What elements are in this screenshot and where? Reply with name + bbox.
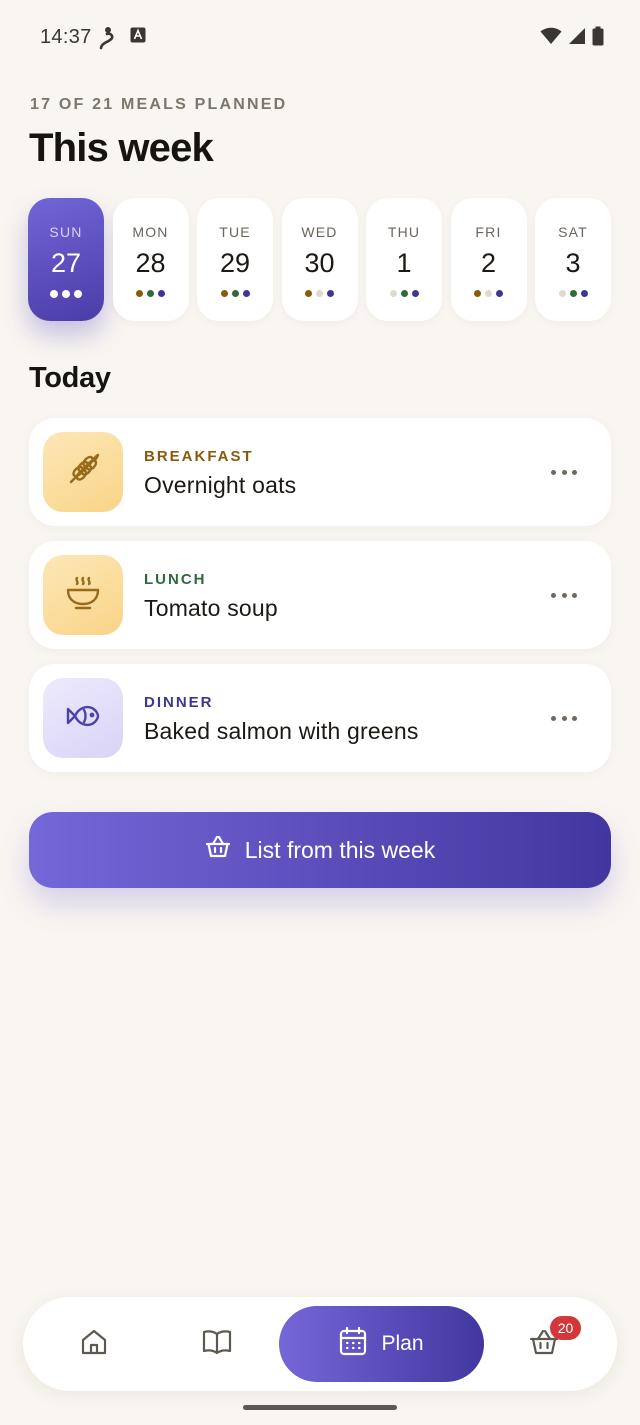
day-name: SAT [558, 224, 588, 240]
meal-dot [496, 290, 503, 297]
more-options-button[interactable] [551, 585, 577, 605]
day-card-fri[interactable]: FRI 2 [450, 198, 527, 321]
meal-type-label: DINNER [144, 694, 214, 711]
meal-dot [220, 290, 228, 297]
calendar-icon [339, 1326, 367, 1362]
signal-icon [568, 27, 586, 50]
list-from-week-button[interactable]: List from this week [29, 812, 611, 888]
day-card-sat[interactable]: SAT 3 [535, 198, 611, 321]
nav-plan[interactable]: Plan [279, 1306, 484, 1382]
nav-basket[interactable] [509, 1297, 579, 1391]
meal-dot [400, 290, 408, 297]
bottom-nav: Plan 20 [23, 1297, 617, 1391]
meal-dot [136, 290, 143, 297]
day-card-tue[interactable]: TUE 29 [197, 198, 273, 321]
meal-icon-box [43, 432, 123, 512]
day-number: 2 [480, 248, 497, 278]
soup-bowl-icon [63, 573, 103, 618]
battery-icon [592, 26, 604, 51]
basket-count-badge: 20 [550, 1316, 581, 1340]
day-card-sun[interactable]: SUN 27 [28, 198, 104, 321]
meal-icon-box [43, 678, 123, 758]
day-number: 29 [219, 248, 251, 278]
status-right [540, 26, 604, 51]
meal-dot [411, 290, 419, 297]
day-name: MON [132, 224, 169, 240]
meal-dot [485, 290, 492, 297]
meal-dot [580, 290, 588, 297]
keyboard-a-icon [130, 26, 146, 49]
meal-type-label: BREAKFAST [144, 448, 254, 465]
meal-dot [147, 290, 154, 297]
meal-dot [62, 290, 70, 298]
basket-icon [205, 835, 231, 865]
more-options-button[interactable] [551, 462, 577, 482]
day-number: 30 [304, 248, 335, 278]
book-icon [201, 1328, 233, 1361]
meal-name: Overnight oats [144, 472, 297, 498]
meal-dot [569, 290, 577, 297]
nav-recipes[interactable] [182, 1297, 252, 1391]
meal-dot [50, 290, 58, 298]
nav-home[interactable] [59, 1297, 129, 1391]
day-card-mon[interactable]: MON 28 [112, 198, 189, 321]
meal-dot [316, 290, 323, 297]
day-number: 3 [565, 248, 581, 278]
meal-status-dots [535, 290, 611, 297]
meal-status-dots [113, 290, 189, 297]
meal-card-lunch[interactable]: LUNCH Tomato soup [29, 541, 611, 649]
nav-plan-label: Plan [381, 1332, 424, 1355]
status-bar: 14:37 [0, 0, 640, 76]
meal-dot [242, 290, 250, 297]
fish-icon [63, 696, 103, 741]
page-title: This week [29, 126, 214, 170]
day-card-thu[interactable]: THU 1 [366, 198, 442, 321]
meal-icon-box [43, 555, 123, 635]
meal-type-label: LUNCH [144, 571, 207, 588]
day-number: 1 [396, 248, 412, 278]
day-name: TUE [219, 224, 251, 240]
day-number: 28 [135, 248, 166, 278]
day-card-wed[interactable]: WED 30 [281, 198, 358, 321]
meal-dot [389, 290, 397, 297]
meal-dot [327, 290, 334, 297]
meal-dot [231, 290, 239, 297]
meal-dot [305, 290, 312, 297]
home-indicator [243, 1405, 397, 1410]
day-number: 27 [50, 248, 82, 278]
today-title: Today [29, 362, 111, 394]
wifi-icon [540, 27, 562, 50]
meal-dot [158, 290, 165, 297]
accessibility-icon [98, 26, 116, 55]
status-time: 14:37 [40, 26, 92, 48]
meal-status-dots [282, 290, 358, 297]
cta-label: List from this week [244, 836, 436, 863]
day-name: FRI [475, 224, 502, 240]
week-strip: SUN 27 MON 28 TUE 29 WED 30 THU 1 FRI 2 SAT 3 [28, 198, 640, 322]
meal-card-breakfast[interactable]: BREAKFAST Overnight oats [29, 418, 611, 526]
meal-card-dinner[interactable]: DINNER Baked salmon with greens [29, 664, 611, 772]
day-name: THU [387, 224, 421, 240]
meal-dot [74, 290, 82, 298]
meal-status-dots [451, 290, 527, 297]
home-icon [79, 1327, 109, 1362]
wheat-icon [63, 450, 103, 495]
day-name: WED [301, 224, 338, 240]
day-name: SUN [49, 224, 83, 240]
meals-planned-count: 17 OF 21 MEALS PLANNED [30, 96, 288, 113]
meal-dot [474, 290, 481, 297]
meal-status-dots [197, 290, 273, 297]
meal-status-dots [28, 290, 104, 298]
meal-name: Tomato soup [144, 595, 278, 621]
meal-name: Baked salmon with greens [144, 718, 419, 744]
meal-status-dots [366, 290, 442, 297]
more-options-button[interactable] [551, 708, 577, 728]
meal-dot [558, 290, 566, 297]
